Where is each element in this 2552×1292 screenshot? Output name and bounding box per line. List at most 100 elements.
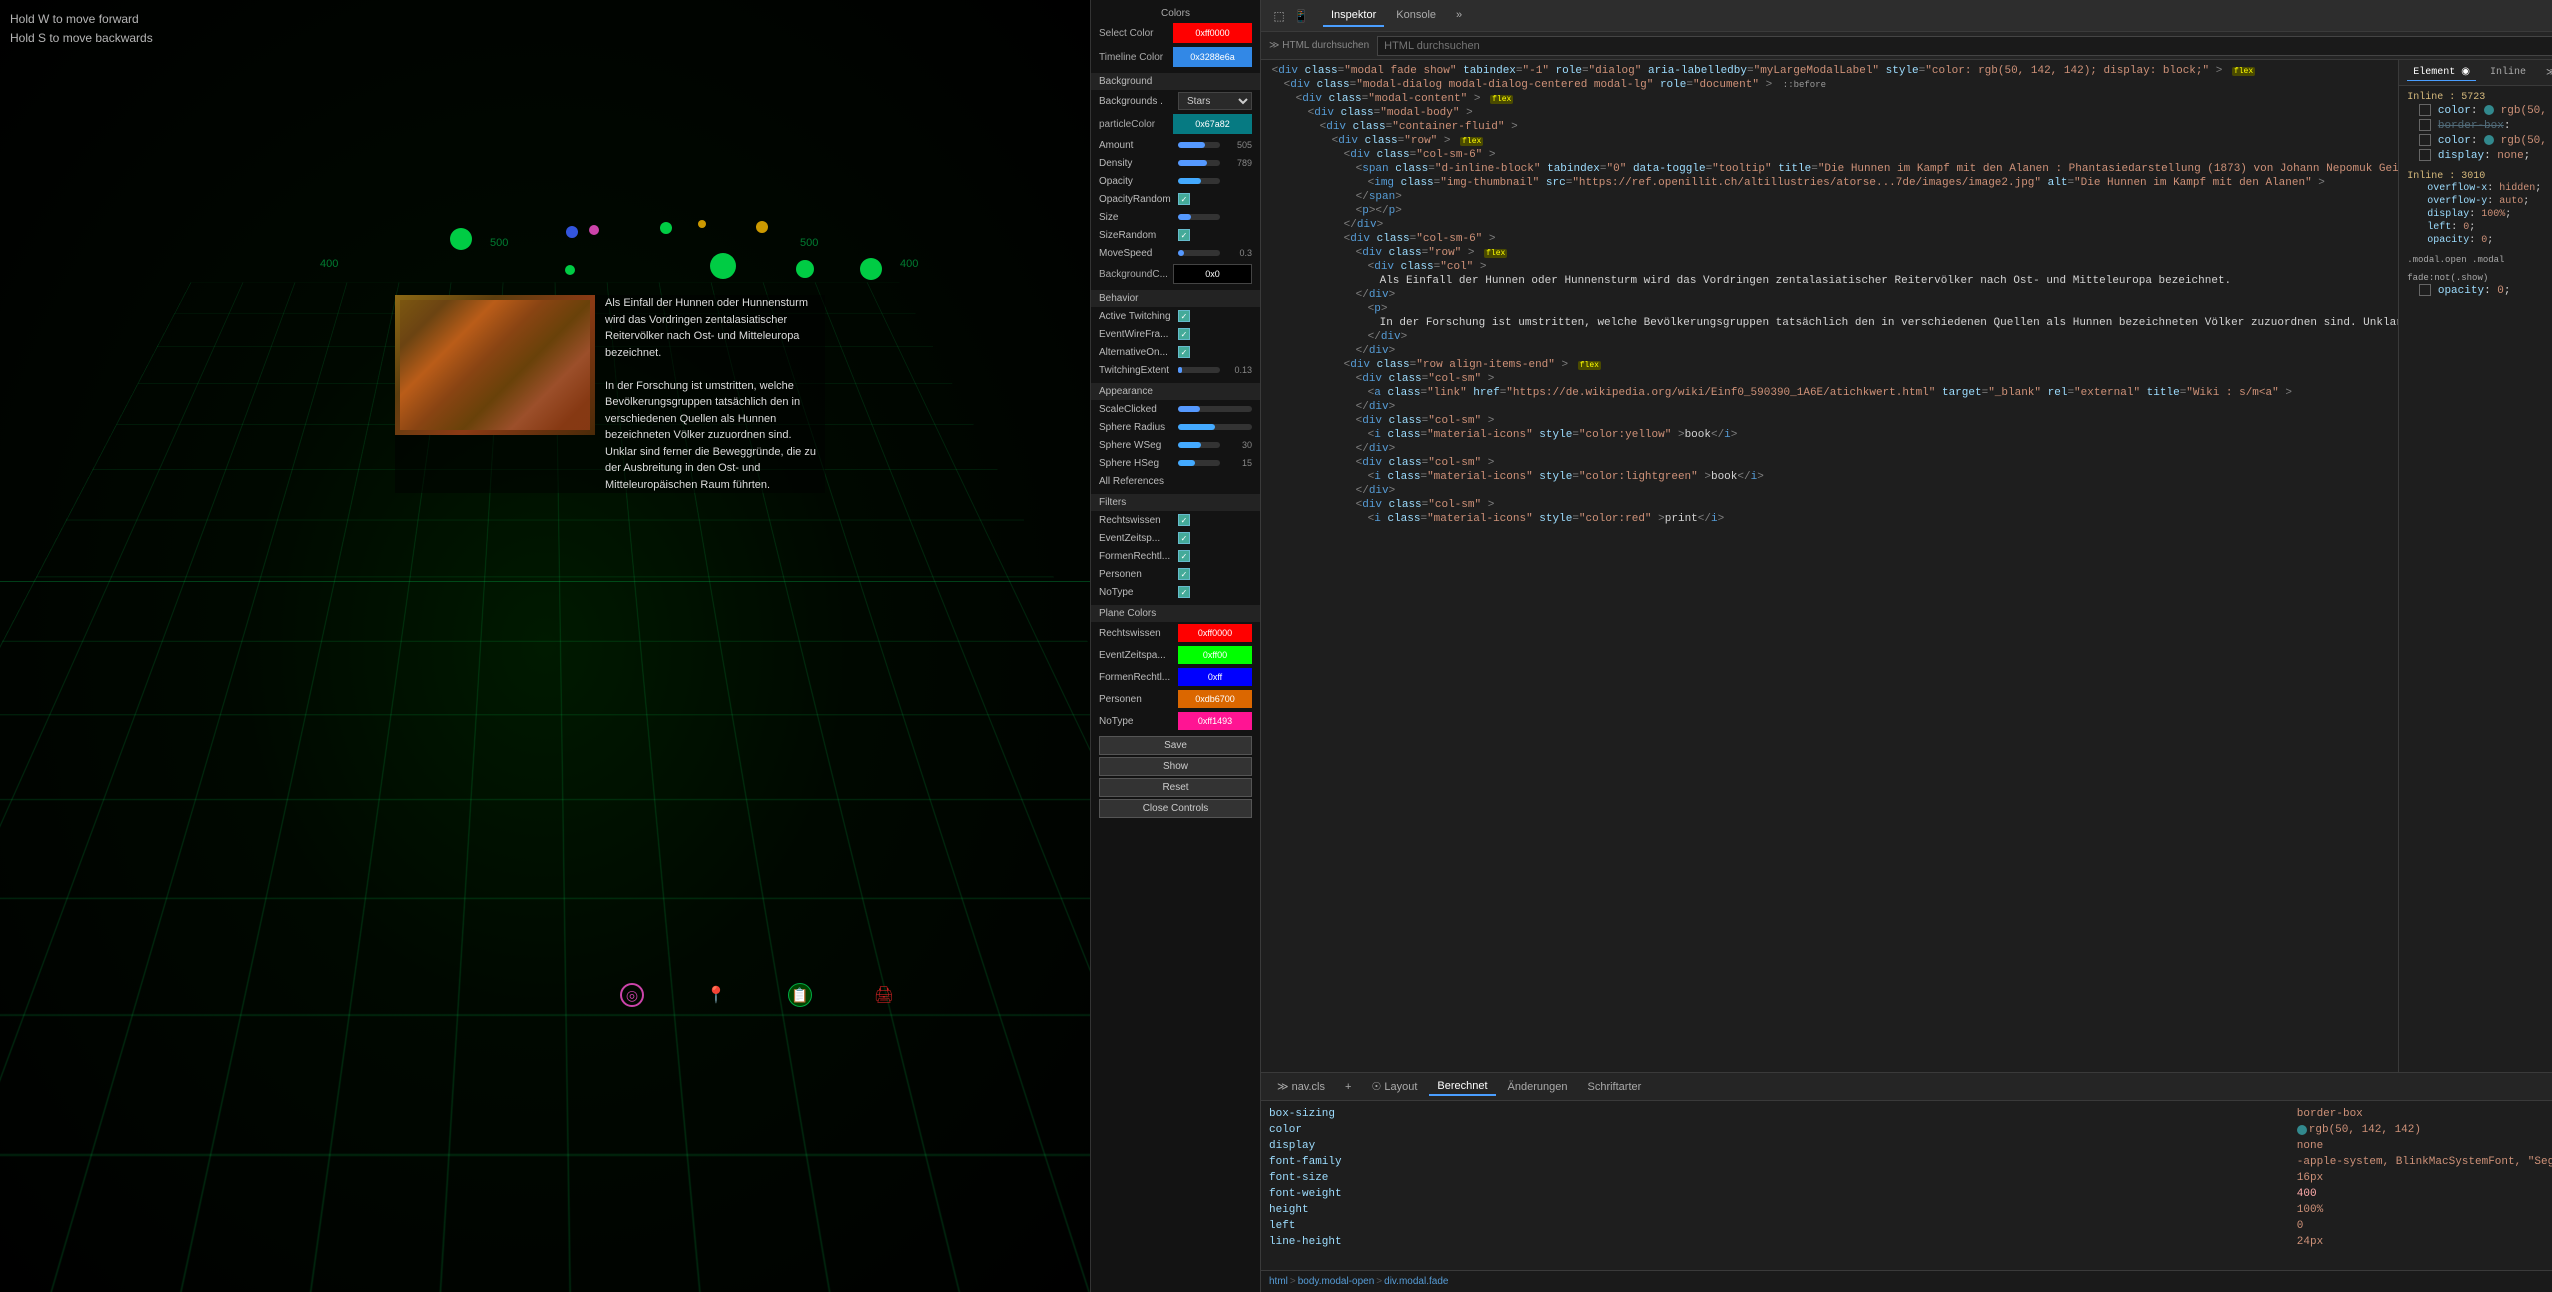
sphere-hseg-slider[interactable] xyxy=(1178,460,1220,466)
density-slider[interactable] xyxy=(1178,160,1220,166)
tree-line[interactable]: <a class="link" href="https://de.wikiped… xyxy=(1265,386,2394,400)
html-search-input[interactable] xyxy=(1377,36,2552,56)
plane-formen-color-box[interactable]: 0xff xyxy=(1178,668,1252,686)
styles-tab-inline[interactable]: Inline xyxy=(2484,65,2532,80)
alternative-on-checkbox[interactable] xyxy=(1178,346,1190,358)
prop-toggle[interactable] xyxy=(2419,104,2431,116)
plane-notype-color-box[interactable]: 0xff1493 xyxy=(1178,712,1252,730)
backgrounds-dropdown[interactable]: StarsNebulaNone xyxy=(1178,92,1252,110)
formen-rechtl-checkbox[interactable] xyxy=(1178,550,1190,562)
tree-line[interactable]: <p> xyxy=(1265,302,2394,316)
tree-line[interactable]: </div> xyxy=(1265,330,2394,344)
prop-toggle[interactable] xyxy=(2419,119,2431,131)
icon-circle[interactable]: ◎ xyxy=(620,983,644,1007)
breadcrumb-div[interactable]: div.modal.fade xyxy=(1384,1276,1448,1287)
tree-line[interactable]: </div> xyxy=(1265,344,2394,358)
tree-line[interactable]: <div class="modal-content" > flex xyxy=(1265,92,2394,106)
tree-line[interactable]: <div class="col-sm-6" > xyxy=(1265,232,2394,246)
bottom-tab-plus[interactable]: + xyxy=(1337,1079,1359,1095)
tree-line[interactable]: <p></p> xyxy=(1265,204,2394,218)
tree-line[interactable]: <div class="col" > xyxy=(1265,260,2394,274)
mobile-icon-btn[interactable]: 📱 xyxy=(1291,6,1311,26)
tree-line[interactable]: <i class="material-icons" style="color:y… xyxy=(1265,428,2394,442)
selector-source4: fade:not(.show) xyxy=(2407,273,2488,283)
opacity-random-checkbox[interactable] xyxy=(1178,193,1190,205)
tree-line[interactable]: <div class="col-sm" > xyxy=(1265,414,2394,428)
tree-line[interactable]: <div class="col-sm" > xyxy=(1265,372,2394,386)
prop-toggle-fade[interactable] xyxy=(2419,284,2431,296)
tree-line[interactable]: <div class="row" > flex xyxy=(1265,246,2394,260)
personen-checkbox[interactable] xyxy=(1178,568,1190,580)
color-swatch[interactable] xyxy=(2484,135,2494,145)
tree-line[interactable]: <div class="modal-dialog modal-dialog-ce… xyxy=(1265,78,2394,92)
tree-line[interactable]: </span> xyxy=(1265,190,2394,204)
tab-inspector[interactable]: Inspektor xyxy=(1323,5,1384,27)
tree-line[interactable]: <div class="modal fade show" tabindex="-… xyxy=(1265,64,2394,78)
tree-line[interactable]: <i class="material-icons" style="color:r… xyxy=(1265,512,2394,526)
tree-line[interactable]: <div class="col-sm" > xyxy=(1265,456,2394,470)
bottom-tab-nav[interactable]: ≫ nav.cls xyxy=(1269,1078,1333,1095)
styles-tab-element[interactable]: Element ◉ xyxy=(2407,64,2476,81)
bottom-tab-schriftarter[interactable]: Schriftarter xyxy=(1580,1079,1650,1095)
bottom-tab-aenderungen[interactable]: Änderungen xyxy=(1500,1079,1576,1095)
icon-print[interactable]: 🖨 xyxy=(872,983,896,1007)
icon-book[interactable]: 📋 xyxy=(788,983,812,1007)
background-color-box[interactable]: 0x0 xyxy=(1173,264,1252,284)
prop-toggle[interactable] xyxy=(2419,149,2431,161)
tree-line[interactable]: <div class="container-fluid" > xyxy=(1265,120,2394,134)
scale-clicked-slider[interactable] xyxy=(1178,406,1252,412)
tree-line[interactable]: <div class="col-sm" > xyxy=(1265,498,2394,512)
event-zeitsp-checkbox[interactable] xyxy=(1178,532,1190,544)
background-color-label: BackgroundC... xyxy=(1099,269,1169,280)
cursor-icon-btn[interactable]: ⬚ xyxy=(1269,6,1289,26)
opacity-slider[interactable] xyxy=(1178,178,1220,184)
twitching-extent-slider[interactable] xyxy=(1178,367,1220,373)
particle-color-box[interactable]: 0x67a82 xyxy=(1173,114,1252,134)
tree-line[interactable]: </div> xyxy=(1265,218,2394,232)
tree-line[interactable]: <div class="modal-body" > xyxy=(1265,106,2394,120)
tree-line[interactable]: <div class="row" > flex xyxy=(1265,134,2394,148)
plane-rechtswissen-color-box[interactable]: 0xff0000 xyxy=(1178,624,1252,642)
icon-pin[interactable]: 📍 xyxy=(704,983,728,1007)
reset-button[interactable]: Reset xyxy=(1099,778,1252,797)
info-card-body-text: In der Forschung ist umstritten, welche … xyxy=(605,378,825,494)
sphere-radius-slider[interactable] xyxy=(1178,424,1252,430)
tree-line[interactable]: </div> xyxy=(1265,288,2394,302)
breadcrumb-html[interactable]: html xyxy=(1269,1276,1288,1287)
move-speed-slider[interactable] xyxy=(1178,250,1220,256)
tree-line[interactable]: </div> xyxy=(1265,484,2394,498)
tree-line: Als Einfall der Hunnen oder Hunnensturm … xyxy=(1265,274,2394,288)
tree-line[interactable]: <i class="material-icons" style="color:l… xyxy=(1265,470,2394,484)
styles-filter[interactable]: ≫ Stile Filtern xyxy=(2540,65,2552,81)
select-color-box[interactable]: 0xff0000 xyxy=(1173,23,1252,43)
tree-line[interactable]: </div> xyxy=(1265,400,2394,414)
plane-event-color-box[interactable]: 0xff00 xyxy=(1178,646,1252,664)
bottom-tab-layout[interactable]: ☉ Layout xyxy=(1363,1078,1425,1095)
size-random-checkbox[interactable] xyxy=(1178,229,1190,241)
tree-line[interactable]: <span class="d-inline-block" tabindex="0… xyxy=(1265,162,2394,176)
close-controls-button[interactable]: Close Controls xyxy=(1099,799,1252,818)
timeline-color-box[interactable]: 0x3288e6a xyxy=(1173,47,1252,67)
bottom-tab-berechnet[interactable]: Berechnet xyxy=(1429,1078,1495,1096)
size-slider[interactable] xyxy=(1178,214,1220,220)
breadcrumb-body[interactable]: body.modal-open xyxy=(1298,1276,1375,1287)
tree-line[interactable]: <img class="img-thumbnail" src="https://… xyxy=(1265,176,2394,190)
tree-line[interactable]: </div> xyxy=(1265,442,2394,456)
amount-slider[interactable] xyxy=(1178,142,1220,148)
plane-personen-color-box[interactable]: 0xdb6700 xyxy=(1178,690,1252,708)
prop-toggle[interactable] xyxy=(2419,134,2431,146)
event-wire-checkbox[interactable] xyxy=(1178,328,1190,340)
save-button[interactable]: Save xyxy=(1099,736,1252,755)
color-swatch[interactable] xyxy=(2297,1125,2307,1135)
no-type-checkbox[interactable] xyxy=(1178,586,1190,598)
rechtswissen-checkbox[interactable] xyxy=(1178,514,1190,526)
style-rule-inline2: Inline : 3010 overflow-x: hidden; overfl… xyxy=(2407,171,2552,247)
active-twitching-checkbox[interactable] xyxy=(1178,310,1190,322)
sphere-wseg-slider[interactable] xyxy=(1178,442,1220,448)
tree-line[interactable]: <div class="row align-items-end" > flex xyxy=(1265,358,2394,372)
tab-more[interactable]: » xyxy=(1448,5,1470,27)
color-swatch[interactable] xyxy=(2484,105,2494,115)
tree-line[interactable]: <div class="col-sm-6" > xyxy=(1265,148,2394,162)
tab-konsole[interactable]: Konsole xyxy=(1388,5,1444,27)
show-button[interactable]: Show xyxy=(1099,757,1252,776)
